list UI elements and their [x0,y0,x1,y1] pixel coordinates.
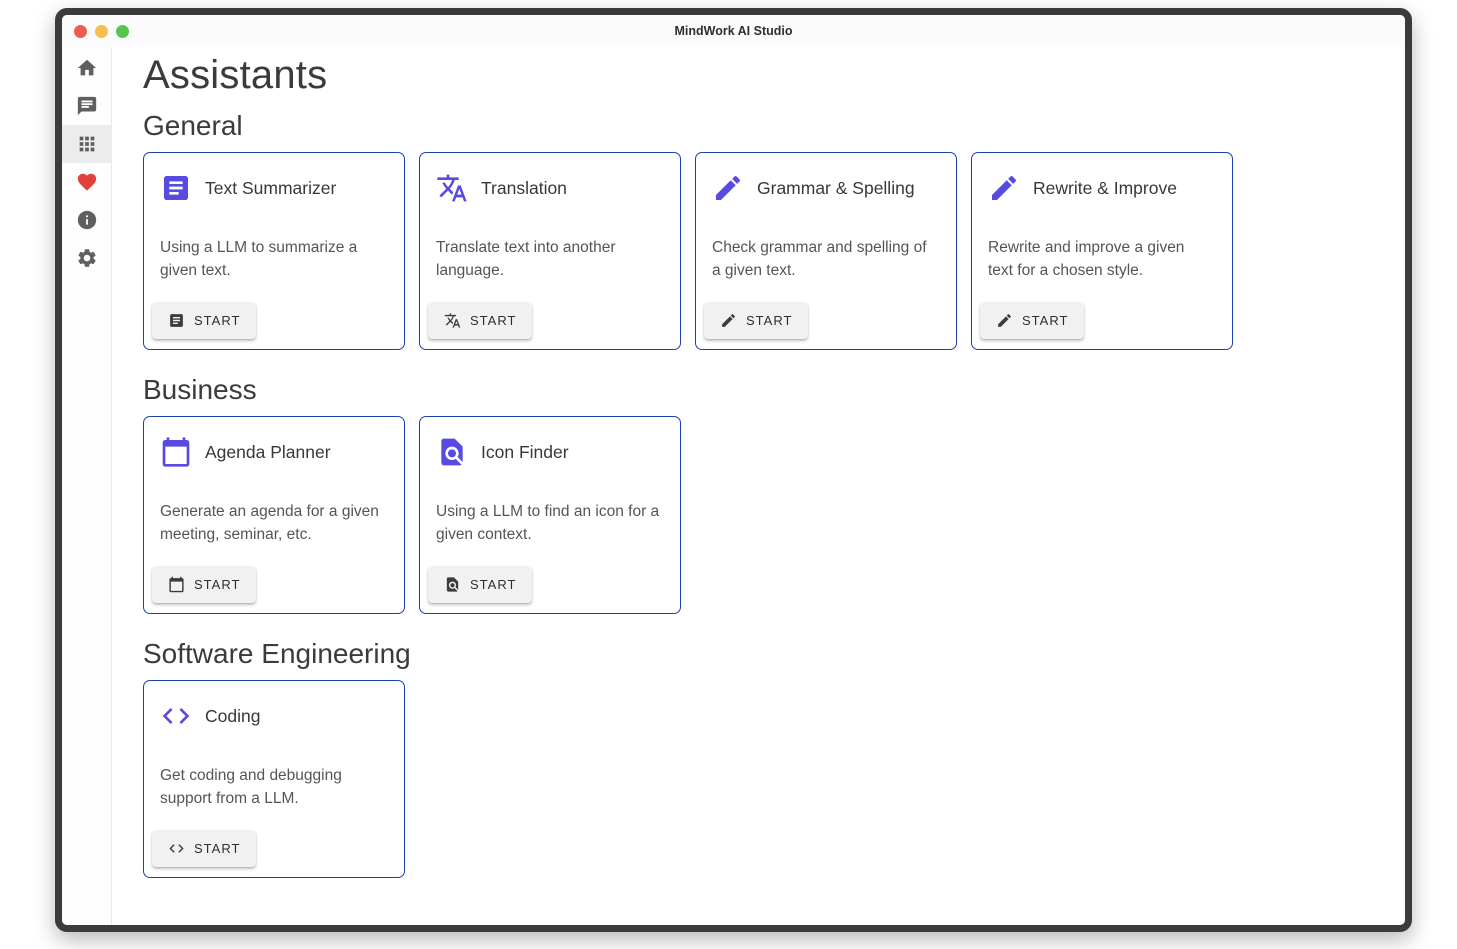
card-header: Grammar & Spelling [712,172,940,204]
code-icon [160,700,192,732]
translate-icon [444,312,461,329]
card-title: Text Summarizer [205,178,336,199]
sidebar-item-favorites[interactable] [62,163,111,201]
article-icon [160,172,192,204]
sidebar-item-home[interactable] [62,49,111,87]
sidebar [62,47,112,925]
edit-pencil-icon [988,172,1020,204]
card-coding: Coding Get coding and debugging support … [143,680,405,878]
calendar-icon [168,576,185,593]
card-title: Rewrite & Improve [1033,178,1177,199]
translate-icon [436,172,468,204]
sidebar-item-about[interactable] [62,201,111,239]
cards-row-business: Agenda Planner Generate an agenda for a … [143,416,1374,614]
card-title: Agenda Planner [205,442,331,463]
card-translation: Translation Translate text into another … [419,152,681,350]
card-description: Generate an agenda for a given meeting, … [160,500,388,546]
start-button-label: START [1022,313,1068,328]
card-description: Check grammar and spelling of a given te… [712,236,940,282]
edit-pencil-icon [712,172,744,204]
zoom-button[interactable] [116,25,129,38]
app-window: MindWork AI Studio Assi [55,8,1412,932]
article-icon [168,312,185,329]
sidebar-item-settings[interactable] [62,239,111,277]
card-header: Rewrite & Improve [988,172,1216,204]
section-title-software-engineering: Software Engineering [143,638,1374,670]
card-header: Coding [160,700,388,732]
card-title: Translation [481,178,567,199]
start-button-label: START [470,313,516,328]
apps-icon [76,133,98,155]
start-button-label: START [470,577,516,592]
heart-icon [76,171,98,193]
start-button-text-summarizer[interactable]: START [152,302,256,339]
chat-icon [76,95,98,117]
settings-icon [76,247,98,269]
card-description: Get coding and debugging support from a … [160,764,388,810]
start-button-grammar-spelling[interactable]: START [704,302,808,339]
find-in-page-icon [436,436,468,468]
titlebar: MindWork AI Studio [62,15,1405,47]
start-button-agenda-planner[interactable]: START [152,566,256,603]
start-button-rewrite-improve[interactable]: START [980,302,1084,339]
card-title: Icon Finder [481,442,569,463]
window-title: MindWork AI Studio [62,24,1405,38]
card-icon-finder: Icon Finder Using a LLM to find an icon … [419,416,681,614]
minimize-button[interactable] [95,25,108,38]
close-button[interactable] [74,25,87,38]
traffic-lights [74,25,129,38]
card-description: Rewrite and improve a given text for a c… [988,236,1216,282]
start-button-icon-finder[interactable]: START [428,566,532,603]
card-agenda-planner: Agenda Planner Generate an agenda for a … [143,416,405,614]
start-button-label: START [194,841,240,856]
card-header: Agenda Planner [160,436,388,468]
card-grammar-spelling: Grammar & Spelling Check grammar and spe… [695,152,957,350]
page-title: Assistants [143,53,1374,98]
start-button-label: START [194,313,240,328]
start-button-label: START [194,577,240,592]
sidebar-item-chat[interactable] [62,87,111,125]
card-header: Icon Finder [436,436,664,468]
start-button-translation[interactable]: START [428,302,532,339]
find-in-page-icon [444,576,461,593]
cards-row-general: Text Summarizer Using a LLM to summarize… [143,152,1374,350]
home-icon [76,57,98,79]
card-description: Translate text into another language. [436,236,664,282]
card-text-summarizer: Text Summarizer Using a LLM to summarize… [143,152,405,350]
edit-pencil-icon [720,312,737,329]
cards-row-software-engineering: Coding Get coding and debugging support … [143,680,1374,878]
start-button-label: START [746,313,792,328]
section-title-business: Business [143,374,1374,406]
card-description: Using a LLM to summarize a given text. [160,236,388,282]
sidebar-item-assistants[interactable] [62,125,111,163]
card-title: Grammar & Spelling [757,178,915,199]
card-header: Text Summarizer [160,172,388,204]
card-title: Coding [205,706,260,727]
section-title-general: General [143,110,1374,142]
start-button-coding[interactable]: START [152,830,256,867]
card-header: Translation [436,172,664,204]
calendar-icon [160,436,192,468]
edit-pencil-icon [996,312,1013,329]
main-content: Assistants General Text Summarizer Using… [112,47,1405,925]
info-icon [76,209,98,231]
code-icon [168,840,185,857]
card-description: Using a LLM to find an icon for a given … [436,500,664,546]
card-rewrite-improve: Rewrite & Improve Rewrite and improve a … [971,152,1233,350]
